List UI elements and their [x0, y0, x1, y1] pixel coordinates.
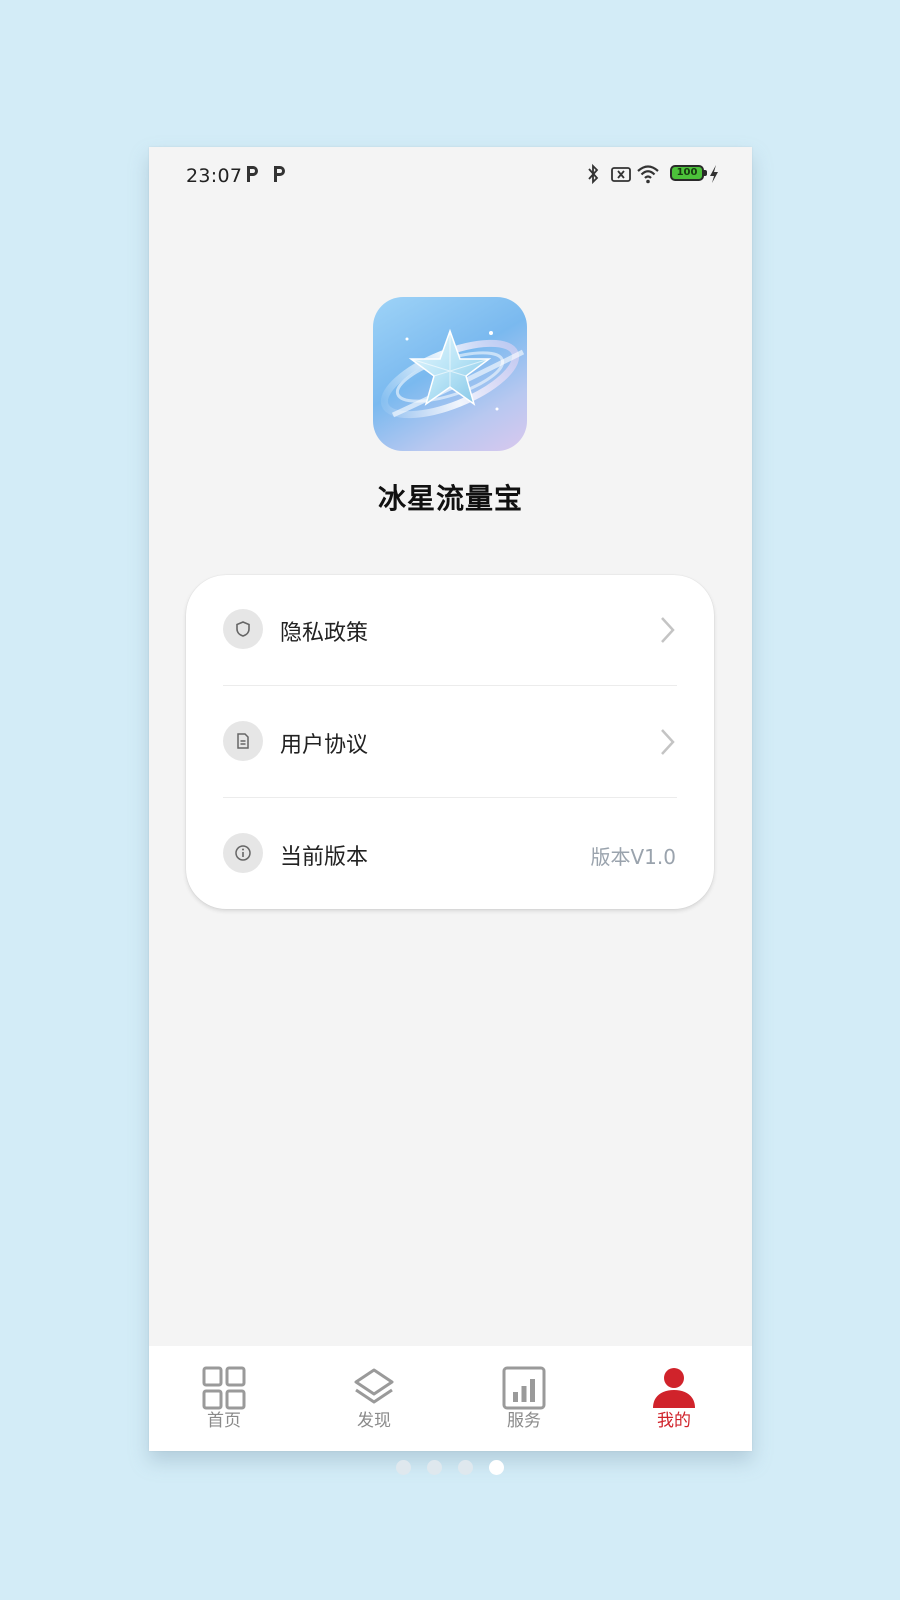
- app-name: 冰星流量宝: [377, 482, 523, 515]
- layers-icon: [354, 1368, 394, 1404]
- tab-label: 发现: [357, 1411, 391, 1431]
- parking-notification-icon: [274, 166, 285, 182]
- menu-item-current-version: 当前版本 版本V1.0: [186, 799, 714, 909]
- divider: [223, 797, 677, 798]
- page-dot[interactable]: [458, 1460, 473, 1475]
- bluetooth-icon: [588, 163, 599, 185]
- menu-item-user-agreement[interactable]: 用户协议: [186, 687, 714, 797]
- parking-notification-icon: [247, 166, 258, 182]
- no-sim-icon: [611, 167, 631, 182]
- info-icon: [223, 833, 263, 873]
- settings-card: 隐私政策 用户协议 当前版本 版本V1.0: [186, 575, 714, 909]
- tab-label: 首页: [207, 1411, 241, 1431]
- star-logo-icon: [380, 328, 525, 419]
- wifi-icon: [637, 165, 659, 184]
- status-time: 23:07: [186, 165, 243, 187]
- menu-item-label: 隐私政策: [280, 621, 369, 646]
- menu-item-privacy-policy[interactable]: 隐私政策: [186, 575, 714, 685]
- phone-screen: 23:07 100 冰星流量宝 隐私政策 用户协议 当前版本 版本V1.0 首页…: [149, 147, 752, 1451]
- app-logo-icon: [373, 297, 527, 451]
- chart-icon: [502, 1366, 546, 1410]
- page-dot[interactable]: [427, 1460, 442, 1475]
- menu-item-label: 用户协议: [280, 733, 369, 758]
- tab-home[interactable]: 首页: [149, 1346, 299, 1451]
- charging-bolt-icon: [710, 165, 718, 183]
- tab-label: 服务: [507, 1411, 541, 1431]
- tab-discover[interactable]: 发现: [299, 1346, 449, 1451]
- chevron-right-icon: [661, 617, 675, 643]
- status-bar: 23:07 100: [149, 147, 752, 203]
- tab-services[interactable]: 服务: [449, 1346, 599, 1451]
- battery-indicator: 100: [670, 165, 707, 181]
- menu-item-label: 当前版本: [280, 845, 369, 870]
- document-icon: [223, 721, 263, 761]
- tab-label: 我的: [657, 1411, 691, 1431]
- chevron-right-icon: [661, 729, 675, 755]
- user-icon: [653, 1368, 695, 1408]
- tab-mine[interactable]: 我的: [599, 1346, 749, 1451]
- page-dot-active[interactable]: [489, 1460, 504, 1475]
- shield-icon: [223, 609, 263, 649]
- page-dot[interactable]: [396, 1460, 411, 1475]
- version-value: 版本V1.0: [590, 845, 677, 869]
- grid-icon: [202, 1366, 246, 1410]
- page-indicator: [0, 1460, 900, 1476]
- bottom-tab-bar: 首页 发现 服务 我的: [149, 1346, 752, 1451]
- divider: [223, 685, 677, 686]
